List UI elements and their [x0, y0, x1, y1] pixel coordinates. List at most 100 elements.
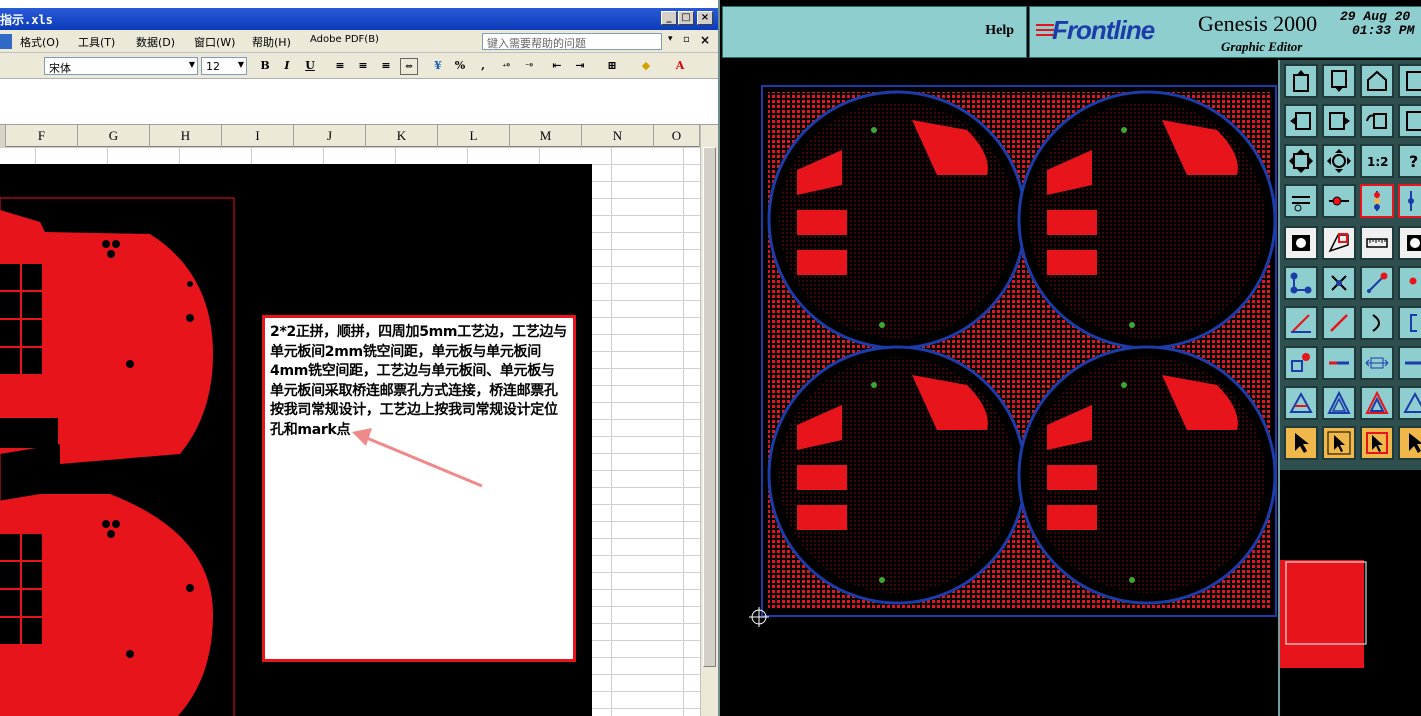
pcb-unit-bottom-right [1017, 345, 1277, 605]
brand-header: Frontline Genesis 2000 Graphic Editor 29… [1029, 6, 1421, 58]
column-header-o[interactable]: O [654, 125, 700, 147]
underline-button[interactable]: U [301, 58, 319, 75]
measure-distance-icon [1365, 357, 1389, 369]
close-doc-icon[interactable]: × [700, 33, 710, 47]
tool-extra-2[interactable] [1398, 104, 1421, 138]
arrow-line [361, 434, 483, 488]
tool-home[interactable] [1360, 64, 1394, 98]
tool-net-highlight[interactable] [1322, 184, 1356, 218]
tool-measure[interactable] [1284, 184, 1318, 218]
comma-style-icon[interactable]: , [474, 58, 492, 75]
currency-icon[interactable]: ¥ [429, 58, 447, 75]
tool-segment[interactable] [1322, 346, 1356, 380]
segment-icon [1405, 361, 1421, 365]
tool-add-surface[interactable] [1322, 226, 1356, 260]
formula-area[interactable] [0, 79, 718, 125]
tool-triangle[interactable] [1284, 386, 1318, 420]
tool-extra-6[interactable] [1398, 346, 1421, 380]
column-header-n[interactable]: N [582, 125, 654, 147]
increase-indent-icon[interactable]: ⇥ [571, 58, 589, 75]
tool-extra-1[interactable] [1398, 64, 1421, 98]
menu-format[interactable]: 格式(O) [20, 34, 59, 50]
help-button[interactable]: Help [722, 6, 1027, 58]
overview-map[interactable] [1278, 470, 1421, 716]
tool-select[interactable] [1284, 426, 1318, 460]
column-header-k[interactable]: K [366, 125, 438, 147]
tool-extra-7[interactable] [1398, 386, 1421, 420]
align-right-icon[interactable]: ≡ [377, 58, 395, 75]
menu-window[interactable]: 窗口(W) [194, 34, 235, 50]
tool-connect[interactable] [1284, 266, 1318, 300]
tool-page-left[interactable] [1284, 104, 1318, 138]
font-color-icon[interactable]: A [671, 58, 689, 75]
tool-layers-2[interactable] [1398, 184, 1421, 218]
column-header-g[interactable]: G [78, 125, 150, 147]
increase-decimal-icon[interactable]: ⁺⁰ [497, 58, 515, 75]
scrollbar-thumb[interactable] [703, 147, 716, 667]
tool-palette: 1:2 ? [1278, 60, 1421, 470]
tool-measure-distance[interactable] [1360, 346, 1394, 380]
tool-page-up[interactable] [1284, 64, 1318, 98]
tool-page-down[interactable] [1322, 64, 1356, 98]
tool-extra-8[interactable] [1398, 426, 1421, 460]
close-button[interactable]: × [697, 11, 713, 25]
font-size-select[interactable]: 12 ▼ [201, 57, 247, 75]
ask-question-input[interactable]: 键入需要帮助的问题 [482, 33, 662, 50]
tool-delete-connect[interactable] [1322, 266, 1356, 300]
tool-select-box[interactable] [1322, 426, 1356, 460]
menu-help[interactable]: 帮助(H) [252, 34, 291, 50]
add-pad-icon [1292, 235, 1310, 251]
graphic-canvas[interactable] [722, 60, 1278, 716]
column-header-h[interactable]: H [150, 125, 222, 147]
column-header-j[interactable]: J [294, 125, 366, 147]
tool-line[interactable] [1284, 306, 1318, 340]
tool-zoom-fit[interactable] [1284, 144, 1318, 178]
menu-adobe-pdf[interactable]: Adobe PDF(B) [310, 34, 379, 45]
tool-triangle-filled[interactable] [1360, 386, 1394, 420]
menu-data[interactable]: 数据(D) [136, 34, 175, 50]
restore-doc-icon[interactable]: ▫ [683, 34, 690, 45]
column-header-m[interactable]: M [510, 125, 582, 147]
tool-add-pad[interactable] [1284, 226, 1318, 260]
tool-layers[interactable] [1360, 184, 1394, 218]
tool-zoom-center[interactable] [1322, 144, 1356, 178]
vertical-scrollbar[interactable] [700, 125, 718, 716]
minimize-button[interactable]: _ [661, 11, 677, 25]
tool-extra-3[interactable] [1398, 226, 1421, 260]
align-center-icon[interactable]: ≡ [354, 58, 372, 75]
tool-slash[interactable] [1322, 306, 1356, 340]
tool-extra-5[interactable] [1398, 306, 1421, 340]
borders-icon[interactable]: ⊞ [603, 58, 621, 75]
tool-triangle-outline[interactable] [1322, 386, 1356, 420]
connect-icon [1290, 272, 1312, 294]
tool-extra-4[interactable] [1398, 266, 1421, 300]
decrease-indent-icon[interactable]: ⇤ [548, 58, 566, 75]
bold-button[interactable]: B [256, 58, 274, 75]
menu-selection-edge [0, 34, 12, 49]
tool-page-right[interactable] [1322, 104, 1356, 138]
tool-query[interactable]: ? [1398, 144, 1421, 178]
maximize-button[interactable]: □ [678, 11, 694, 25]
tool-add-feature[interactable] [1284, 346, 1318, 380]
tool-ruler[interactable] [1360, 226, 1394, 260]
column-header-l[interactable]: L [438, 125, 510, 147]
tool-select-area[interactable] [1360, 426, 1394, 460]
decrease-decimal-icon[interactable]: ⁻⁰ [520, 58, 538, 75]
column-header-f[interactable]: F [6, 125, 78, 147]
tool-arc[interactable] [1360, 306, 1394, 340]
merge-center-icon[interactable]: ⇔ [400, 58, 418, 75]
italic-button[interactable]: I [278, 58, 296, 75]
fill-color-icon[interactable]: ◆ [637, 58, 655, 75]
menu-bar: 格式(O) 工具(T) 数据(D) 窗口(W) 帮助(H) Adobe PDF(… [0, 30, 718, 53]
column-header-i[interactable]: I [222, 125, 294, 147]
tool-zoom-ratio[interactable]: 1:2 [1360, 144, 1394, 178]
percent-button[interactable]: % [451, 58, 469, 75]
tool-move[interactable] [1360, 266, 1394, 300]
page-icon [1406, 111, 1421, 131]
column-header-row: F G H I J K L M N O [0, 125, 700, 147]
tool-pan[interactable] [1360, 104, 1394, 138]
align-left-icon[interactable]: ≡ [331, 58, 349, 75]
menu-tools[interactable]: 工具(T) [78, 34, 115, 50]
font-name-select[interactable]: 宋体 ▼ [44, 57, 198, 75]
ask-dropdown-icon[interactable]: ▾ [668, 34, 673, 44]
